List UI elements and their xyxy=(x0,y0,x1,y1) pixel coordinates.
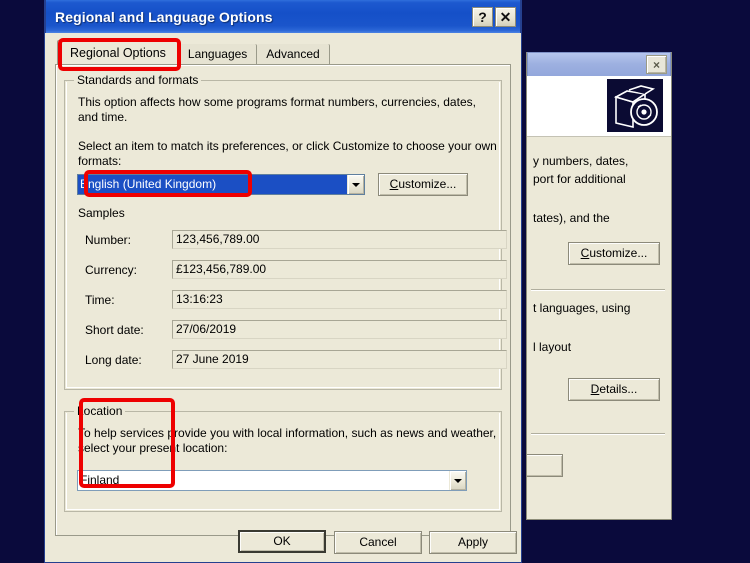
sample-value-number: 123,456,789.00 xyxy=(172,230,507,249)
locale-combo-box[interactable]: English (United Kingdom) xyxy=(77,174,365,195)
location-group-title: Location xyxy=(74,404,126,418)
tab-regional-options[interactable]: Regional Options xyxy=(57,40,179,65)
standards-group-title: Standards and formats xyxy=(74,73,202,87)
background-text-line-2: port for additional xyxy=(533,172,626,186)
regional-and-language-options-dialog[interactable]: Regional and Language Options ? ✕ Region… xyxy=(44,0,522,563)
standards-and-formats-group: Standards and formats This option affect… xyxy=(64,73,507,390)
sample-value-currency: £123,456,789.00 xyxy=(172,260,507,279)
chevron-down-icon[interactable] xyxy=(449,471,466,490)
sample-label-time: Time: xyxy=(85,293,115,307)
tab-advanced[interactable]: Advanced xyxy=(257,44,330,65)
location-combo-value: Finland xyxy=(80,473,120,487)
sample-label-long-date: Long date: xyxy=(85,353,142,367)
software-box-cd-icon xyxy=(607,79,663,132)
background-window[interactable]: × y numbers, dates, port for additional … xyxy=(526,52,672,520)
close-button[interactable]: ✕ xyxy=(495,6,516,27)
location-group: Location To help services provide you wi… xyxy=(64,404,502,512)
background-window-client: y numbers, dates, port for additional ta… xyxy=(527,76,671,519)
background-separator-1 xyxy=(531,289,665,291)
tab-strip: Regional Options Languages Advanced xyxy=(45,40,521,65)
standards-description: This option affects how some programs fo… xyxy=(78,95,476,124)
sample-label-currency: Currency: xyxy=(85,263,138,277)
help-button[interactable]: ? xyxy=(472,6,493,27)
sample-value-short-date: 27/06/2019 xyxy=(172,320,507,339)
chevron-down-icon[interactable] xyxy=(347,175,364,194)
locale-combo-value: English (United Kingdom) xyxy=(80,177,217,191)
sample-value-long-date: 27 June 2019 xyxy=(172,350,507,369)
background-footer-button[interactable] xyxy=(527,454,563,477)
dialog-title: Regional and Language Options xyxy=(55,8,273,25)
samples-title: Samples xyxy=(78,206,125,220)
location-combo-box[interactable]: Finland xyxy=(77,470,467,491)
background-window-titlebar: × xyxy=(527,52,671,76)
sample-value-time: 13:16:23 xyxy=(172,290,507,309)
background-text-line-5: l layout xyxy=(533,340,572,354)
background-text-line-3: tates), and the xyxy=(533,211,610,225)
sample-label-short-date: Short date: xyxy=(85,323,144,337)
ok-button[interactable]: OK xyxy=(238,530,326,553)
tab-languages[interactable]: Languages xyxy=(178,44,258,65)
background-window-banner xyxy=(527,76,671,137)
tab-page-regional-options: Standards and formats This option affect… xyxy=(55,64,511,536)
standards-instruction: Select an item to match its preferences,… xyxy=(78,139,497,168)
customize-button[interactable]: Customize... xyxy=(378,173,468,196)
desktop-background: × y numbers, dates, port for additional … xyxy=(0,0,750,563)
sample-label-number: Number: xyxy=(85,233,132,247)
background-customize-button[interactable]: Customize... xyxy=(568,242,660,265)
apply-button[interactable]: Apply xyxy=(429,531,517,554)
cancel-button[interactable]: Cancel xyxy=(334,531,422,554)
background-text-line-4: t languages, using xyxy=(533,301,631,315)
background-separator-2 xyxy=(531,433,665,435)
background-text-line-1: y numbers, dates, xyxy=(533,154,629,168)
background-window-close-button[interactable]: × xyxy=(646,55,667,74)
location-description: To help services provide you with local … xyxy=(78,426,497,455)
background-details-button[interactable]: Details... xyxy=(568,378,660,401)
dialog-titlebar[interactable]: Regional and Language Options ? ✕ xyxy=(45,0,521,33)
